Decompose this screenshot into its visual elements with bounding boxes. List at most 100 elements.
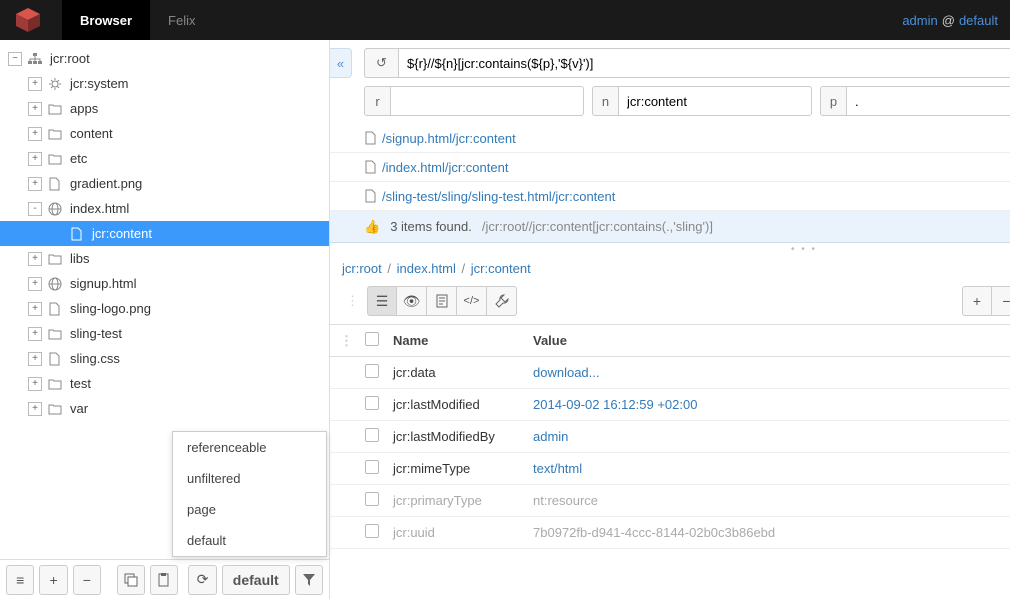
query-input[interactable]: [398, 48, 1010, 78]
param-p-label: p: [820, 86, 846, 116]
breadcrumb-item[interactable]: index.html: [397, 261, 456, 276]
copy-button[interactable]: [117, 565, 145, 595]
code-view-button[interactable]: </>: [457, 286, 487, 316]
tree-label: sling.css: [70, 351, 120, 366]
table-row[interactable]: jcr:datadownload...falseBinaryfalse: [330, 357, 1010, 389]
tree-node[interactable]: +jcr:system: [0, 71, 329, 96]
row-checkbox[interactable]: [365, 396, 379, 410]
expander-icon[interactable]: +: [28, 177, 42, 191]
prop-value[interactable]: text/html: [527, 453, 1010, 485]
prop-name: jcr:primaryType: [387, 485, 527, 517]
expander-icon[interactable]: +: [28, 277, 42, 291]
remove-prop-button[interactable]: −: [992, 286, 1010, 316]
tenant-link[interactable]: default: [959, 13, 998, 28]
tree-node[interactable]: -index.html: [0, 196, 329, 221]
ctx-item[interactable]: unfiltered: [173, 463, 326, 494]
tree-node[interactable]: + gradient.png: [0, 171, 329, 196]
expander-icon[interactable]: +: [28, 302, 42, 316]
expander-icon[interactable]: +: [28, 102, 42, 116]
tree-node[interactable]: jcr:content: [0, 221, 329, 246]
expander-icon[interactable]: +: [28, 152, 42, 166]
prop-value[interactable]: admin: [527, 421, 1010, 453]
drag-handle-icon[interactable]: ⋮: [342, 293, 359, 309]
tree-node[interactable]: +sling-logo.png: [0, 296, 329, 321]
splitter[interactable]: • • •: [330, 243, 1010, 255]
expander-icon[interactable]: +: [28, 252, 42, 266]
expander-icon[interactable]: +: [28, 402, 42, 416]
row-checkbox[interactable]: [365, 492, 379, 506]
gear-icon: [48, 77, 64, 91]
remove-node-button[interactable]: −: [73, 565, 101, 595]
add-node-button[interactable]: +: [39, 565, 67, 595]
row-checkbox[interactable]: [365, 524, 379, 538]
tools-button[interactable]: [487, 286, 517, 316]
preview-button[interactable]: 👁: [397, 286, 427, 316]
table-row[interactable]: jcr:primaryTypent:resourcefalseNametrue: [330, 485, 1010, 517]
user-link[interactable]: admin: [902, 13, 937, 28]
table-row[interactable]: jcr:mimeTypetext/htmlfalseStringfalse: [330, 453, 1010, 485]
expander-icon[interactable]: +: [28, 127, 42, 141]
table-row[interactable]: jcr:uuid7b0972fb-d941-4ccc-8144-02b0c3b8…: [330, 517, 1010, 549]
ctx-item[interactable]: default: [173, 525, 326, 556]
prop-name: jcr:lastModified: [387, 389, 527, 421]
mode-button[interactable]: default: [222, 565, 290, 595]
result-row[interactable]: /sling-test/sling/sling-test.html/jcr:co…: [330, 182, 1010, 211]
breadcrumb-item[interactable]: jcr:content: [471, 261, 531, 276]
table-row[interactable]: jcr:lastModified2014-09-02 16:12:59 +02:…: [330, 389, 1010, 421]
refresh-button[interactable]: ⟳: [188, 565, 216, 595]
table-row[interactable]: jcr:lastModifiedByadminfalseStringtrue: [330, 421, 1010, 453]
nav-tab-felix[interactable]: Felix: [150, 0, 213, 40]
tree-root[interactable]: − jcr:root: [0, 46, 329, 71]
tree-node[interactable]: +var: [0, 396, 329, 421]
prop-name: jcr:mimeType: [387, 453, 527, 485]
result-row[interactable]: /signup.html/jcr:contentnt:resource: [330, 124, 1010, 153]
row-checkbox[interactable]: [365, 364, 379, 378]
doc-view-button[interactable]: [427, 286, 457, 316]
tree-node[interactable]: +apps: [0, 96, 329, 121]
result-path[interactable]: /sling-test/sling/sling-test.html/jcr:co…: [382, 189, 1010, 204]
list-view-button[interactable]: ☰: [367, 286, 397, 316]
history-button[interactable]: ↺: [364, 48, 398, 78]
expander-icon[interactable]: +: [28, 352, 42, 366]
expander-icon[interactable]: +: [28, 377, 42, 391]
select-all-checkbox[interactable]: [365, 332, 379, 346]
tree-label: gradient.png: [70, 176, 142, 191]
row-checkbox[interactable]: [365, 428, 379, 442]
col-value[interactable]: Value: [527, 325, 1010, 357]
expander-icon[interactable]: -: [28, 202, 42, 216]
result-row[interactable]: /index.html/jcr:contentnt:resource: [330, 153, 1010, 182]
tree-filter-button[interactable]: [295, 565, 323, 595]
tree-node[interactable]: +signup.html: [0, 271, 329, 296]
expander-icon[interactable]: +: [28, 77, 42, 91]
ctx-item[interactable]: page: [173, 494, 326, 525]
tree-node[interactable]: +etc: [0, 146, 329, 171]
folder-icon: [48, 328, 64, 340]
row-checkbox[interactable]: [365, 460, 379, 474]
tree-label: jcr:root: [50, 51, 90, 66]
search-area: ↺ ▶ r n p v: [330, 40, 1010, 124]
expander-icon[interactable]: +: [28, 327, 42, 341]
tree-node[interactable]: +test: [0, 371, 329, 396]
prop-value[interactable]: 2014-09-02 16:12:59 +02:00: [527, 389, 1010, 421]
col-name[interactable]: Name: [387, 325, 527, 357]
breadcrumb-item[interactable]: jcr:root: [342, 261, 382, 276]
tree-node[interactable]: + sling.css: [0, 346, 329, 371]
result-path[interactable]: /signup.html/jcr:content: [382, 131, 1010, 146]
prop-value[interactable]: download...: [527, 357, 1010, 389]
collapse-sidebar-button[interactable]: «: [330, 48, 352, 78]
paste-button[interactable]: [150, 565, 178, 595]
nav-tab-browser[interactable]: Browser: [62, 0, 150, 40]
property-table: ⋮ Name Value Multi Type Auto jcr:datadow…: [330, 325, 1010, 549]
result-path[interactable]: /index.html/jcr:content: [382, 160, 1010, 175]
ctx-item[interactable]: referenceable: [173, 432, 326, 463]
param-p-input[interactable]: [846, 86, 1010, 116]
tree-node[interactable]: +libs: [0, 246, 329, 271]
add-prop-button[interactable]: +: [962, 286, 992, 316]
tree-node[interactable]: +content: [0, 121, 329, 146]
param-n-input[interactable]: [618, 86, 812, 116]
menu-button[interactable]: ≡: [6, 565, 34, 595]
param-r-input[interactable]: [390, 86, 584, 116]
tree-node[interactable]: +sling-test: [0, 321, 329, 346]
drag-handle-icon[interactable]: ⋮: [336, 333, 353, 348]
expander-icon[interactable]: −: [8, 52, 22, 66]
